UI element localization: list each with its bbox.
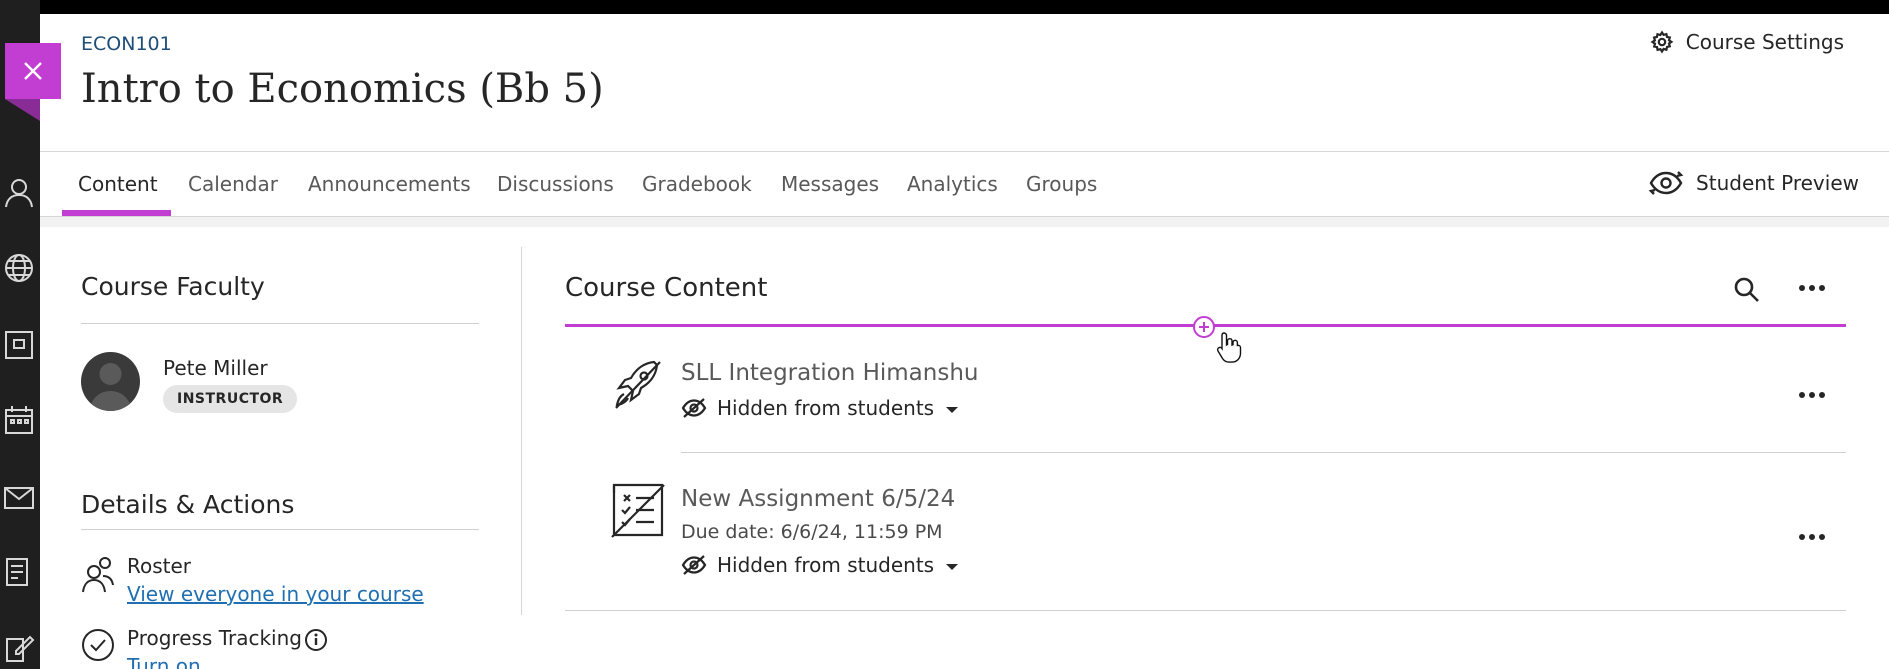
avatar[interactable] xyxy=(81,352,140,411)
active-tab-indicator xyxy=(62,210,171,216)
course-faculty-heading: Course Faculty xyxy=(81,272,265,301)
student-preview-button[interactable]: Student Preview xyxy=(1648,168,1859,198)
profile-icon[interactable] xyxy=(2,172,36,212)
progress-tracking-label: Progress Tracking xyxy=(127,626,302,650)
info-icon[interactable] xyxy=(304,628,328,652)
course-code: ECON101 xyxy=(81,33,172,55)
visibility-label: Hidden from students xyxy=(717,396,935,420)
details-divider xyxy=(81,529,479,530)
tab-messages[interactable]: Messages xyxy=(781,152,879,216)
rocket-icon xyxy=(615,360,661,409)
hand-cursor-icon xyxy=(1216,332,1242,363)
sidebar-divider xyxy=(521,247,522,615)
details-actions-heading: Details & Actions xyxy=(81,490,295,519)
tab-calendar[interactable]: Calendar xyxy=(188,152,278,216)
faculty-divider xyxy=(81,323,479,324)
assignment-icon xyxy=(611,483,665,538)
tab-groups[interactable]: Groups xyxy=(1026,152,1097,216)
faculty-name[interactable]: Pete Miller xyxy=(163,356,268,380)
caret-down-icon xyxy=(946,563,959,570)
course-panel xyxy=(40,14,1889,669)
content-item-title[interactable]: New Assignment 6/5/24 xyxy=(681,486,955,512)
course-settings-label: Course Settings xyxy=(1685,30,1844,54)
progress-turn-on-link[interactable]: Turn on xyxy=(127,654,201,669)
close-icon xyxy=(24,62,42,80)
due-date: Due date: 6/6/24, 11:59 PM xyxy=(681,521,943,543)
plus-icon xyxy=(1199,322,1209,332)
tab-discussions[interactable]: Discussions xyxy=(497,152,614,216)
globe-icon[interactable] xyxy=(2,248,36,288)
content-subbar xyxy=(40,217,1889,227)
tab-announcements[interactable]: Announcements xyxy=(308,152,471,216)
calendar-icon[interactable] xyxy=(2,400,36,440)
preview-eye-icon xyxy=(1648,171,1684,195)
visibility-dropdown[interactable]: Hidden from students xyxy=(681,396,959,420)
search-icon[interactable] xyxy=(1732,275,1762,305)
close-button-tab xyxy=(5,99,40,121)
grades-icon[interactable] xyxy=(2,552,36,592)
course-settings-button[interactable]: Course Settings xyxy=(1650,30,1844,54)
roster-icon xyxy=(82,557,114,593)
progress-check-icon xyxy=(82,629,114,661)
roster-link[interactable]: View everyone in your course xyxy=(127,582,424,606)
close-button[interactable] xyxy=(5,43,61,99)
visibility-label: Hidden from students xyxy=(717,553,935,577)
visibility-dropdown[interactable]: Hidden from students xyxy=(681,553,959,577)
tab-gradebook[interactable]: Gradebook xyxy=(642,152,752,216)
student-preview-label: Student Preview xyxy=(1696,171,1859,195)
more-horizontal-icon xyxy=(1799,392,1825,398)
tab-content[interactable]: Content xyxy=(78,152,158,216)
tab-analytics[interactable]: Analytics xyxy=(907,152,998,216)
item-divider xyxy=(565,610,1846,611)
role-badge: INSTRUCTOR xyxy=(163,385,298,413)
course-title: Intro to Economics (Bb 5) xyxy=(81,66,604,112)
content-more-button[interactable] xyxy=(1795,278,1829,298)
caret-down-icon xyxy=(946,406,959,413)
top-strip xyxy=(40,0,1889,14)
mail-icon[interactable] xyxy=(2,478,36,518)
hidden-eye-icon xyxy=(681,398,707,418)
tools-icon[interactable] xyxy=(2,628,36,668)
roster-label: Roster xyxy=(127,554,192,578)
more-horizontal-icon xyxy=(1799,534,1825,540)
courses-icon[interactable] xyxy=(2,325,36,365)
content-item-title[interactable]: SLL Integration Himanshu xyxy=(681,360,978,386)
course-tabs: Content Calendar Announcements Discussio… xyxy=(40,151,1889,217)
item-more-button[interactable] xyxy=(1795,385,1829,405)
item-more-button[interactable] xyxy=(1795,527,1829,547)
hidden-eye-icon xyxy=(681,555,707,575)
insert-content-button[interactable] xyxy=(1193,316,1215,338)
gear-icon xyxy=(1650,30,1674,54)
more-horizontal-icon xyxy=(1799,285,1825,291)
item-divider xyxy=(681,452,1846,453)
course-content-heading: Course Content xyxy=(565,273,768,303)
